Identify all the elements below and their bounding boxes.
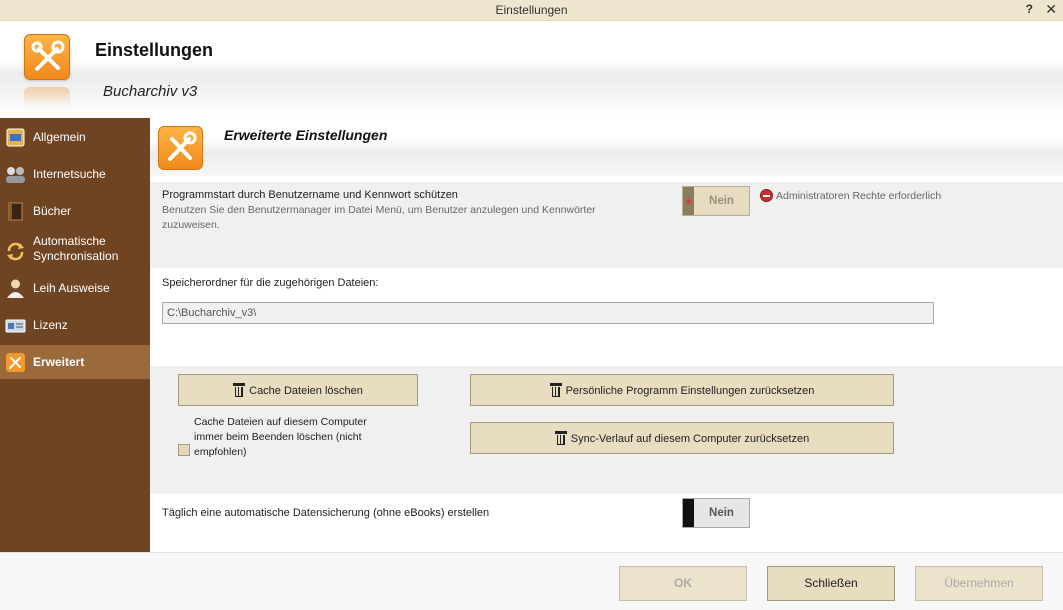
title-bar: Einstellungen ? ✕ (0, 0, 1063, 21)
protect-description: Benutzen Sie den Benutzermanager im Date… (162, 204, 596, 231)
toggle-knob (683, 499, 694, 527)
apply-button[interactable]: Übernehmen (915, 566, 1043, 601)
admin-note-text: Administratoren Rechte erforderlich (776, 190, 942, 202)
reset-sync-history-button[interactable]: Sync-Verlauf auf diesem Computer zurücks… (470, 422, 894, 454)
sidebar-item-label: Allgemein (33, 130, 86, 144)
tools-icon (5, 352, 26, 373)
help-button[interactable]: ? (1026, 2, 1033, 16)
sidebar-item-label: Lizenz (33, 318, 68, 332)
tools-icon (158, 126, 203, 170)
window-title: Einstellungen (495, 3, 568, 17)
no-entry-icon (760, 189, 773, 202)
sidebar-item-lizenz[interactable]: Lizenz (0, 308, 150, 342)
toggle-value: Nein (709, 507, 734, 519)
sidebar-item-label: Internetsuche (33, 167, 106, 181)
clear-cache-button[interactable]: Cache Dateien löschen (178, 374, 418, 406)
clear-cache-label: Cache Dateien löschen (249, 385, 363, 397)
ok-button[interactable]: OK (619, 566, 747, 601)
dialog-header: Einstellungen Bucharchiv v3 (0, 21, 1063, 118)
protect-label: Programmstart durch Benutzername und Ken… (162, 189, 458, 201)
reset-personal-label: Persönliche Programm Einstellungen zurüc… (565, 385, 815, 397)
sidebar: Allgemein Internetsuche Bücher Automatis… (0, 118, 150, 552)
reset-personal-settings-button[interactable]: Persönliche Programm Einstellungen zurüc… (470, 374, 894, 406)
storage-label: Speicherordner für die zugehörigen Datei… (162, 277, 379, 289)
close-button[interactable]: Schließen (767, 566, 895, 601)
sidebar-item-buecher[interactable]: Bücher (0, 194, 150, 228)
page-title: Einstellungen (95, 40, 214, 60)
clear-cache-on-exit-label: Cache Dateien auf diesem Computer immer … (194, 416, 367, 458)
dialog-footer: OK Schließen Übernehmen (0, 552, 1063, 610)
sidebar-item-label: Bücher (33, 204, 72, 218)
backup-label: Täglich eine automatische Datensicherung… (162, 507, 490, 519)
clear-cache-on-exit-checkbox[interactable] (178, 444, 190, 456)
reset-sync-label: Sync-Verlauf auf diesem Computer zurücks… (570, 433, 810, 445)
sidebar-item-label: Automatische Synchronisation (33, 234, 119, 263)
protect-toggle[interactable]: Nein (682, 186, 750, 216)
admin-note: Administratoren Rechte erforderlich (760, 189, 941, 202)
trash-icon (549, 383, 562, 398)
tools-icon-reflection (24, 87, 70, 107)
settings-panel: Erweiterte Einstellungen Programmstart d… (150, 118, 1063, 552)
general-icon (5, 127, 26, 148)
book-icon (5, 201, 26, 222)
section-header: Erweiterte Einstellungen (150, 118, 1063, 176)
sidebar-item-allgemein[interactable]: Allgemein (0, 120, 150, 154)
lock-indicator-icon (686, 199, 691, 204)
storage-path-field[interactable] (162, 302, 934, 324)
user-icon (5, 278, 26, 299)
section-title: Erweiterte Einstellungen (224, 127, 388, 143)
sidebar-item-automatische-synchronisation[interactable]: Automatische Synchronisation (0, 233, 150, 269)
sidebar-item-internetsuche[interactable]: Internetsuche (0, 157, 150, 191)
trash-icon (554, 431, 567, 446)
sidebar-item-leih-ausweise[interactable]: Leih Ausweise (0, 271, 150, 305)
trash-icon (233, 383, 246, 398)
toggle-knob (683, 187, 694, 215)
sidebar-item-label: Erweitert (33, 355, 85, 369)
close-window-button[interactable]: ✕ (1045, 1, 1057, 18)
web-search-icon (5, 164, 26, 185)
tools-icon (24, 34, 70, 80)
backup-toggle[interactable]: Nein (682, 498, 750, 528)
backup-row (150, 494, 1063, 552)
sidebar-item-label: Leih Ausweise (33, 281, 110, 295)
sidebar-item-erweitert[interactable]: Erweitert (0, 345, 150, 379)
sync-icon (5, 241, 26, 262)
license-icon (5, 315, 26, 336)
toggle-value: Nein (709, 195, 734, 207)
page-subtitle: Bucharchiv v3 (103, 83, 198, 100)
